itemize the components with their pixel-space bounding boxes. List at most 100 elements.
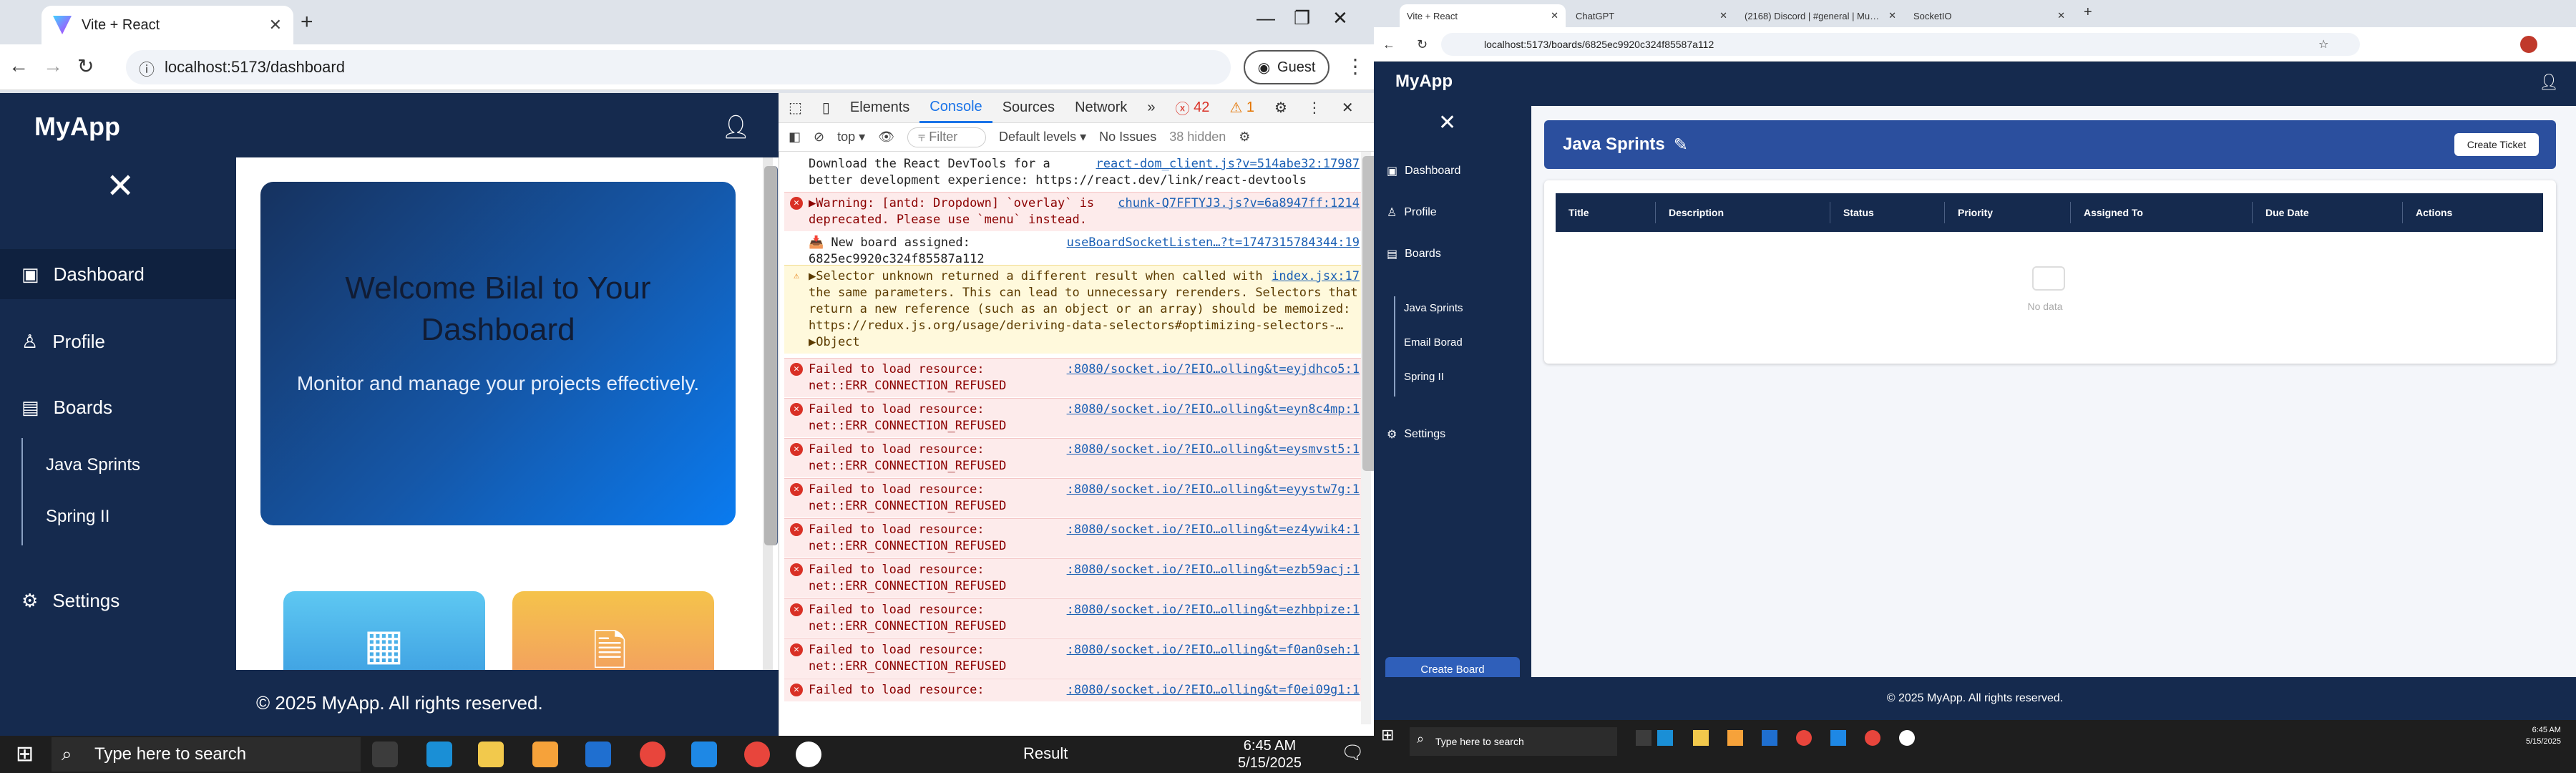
- source-link[interactable]: :8080/socket.io/?EIO…olling&t=eysmvst5:1: [1067, 442, 1360, 458]
- outlook-icon[interactable]: [1762, 730, 1777, 746]
- console-message[interactable]: ✕:8080/socket.io/?EIO…olling&t=eyn8c4mp:…: [784, 398, 1362, 437]
- column-header[interactable]: Priority: [1945, 202, 2071, 223]
- devtools-settings-icon[interactable]: ⚙: [1264, 93, 1297, 123]
- profile-avatar[interactable]: [2520, 36, 2537, 53]
- outlook-icon[interactable]: [585, 742, 611, 767]
- profile-guest-button[interactable]: ◉ Guest: [1244, 50, 1330, 84]
- source-link[interactable]: :8080/socket.io/?EIO…olling&t=eyjdhco5:1: [1067, 361, 1360, 378]
- board-link-email-borad[interactable]: Email Borad: [1404, 336, 1463, 349]
- source-link[interactable]: chunk-Q7FFTYJ3.js?v=6a8947ff:1214: [1118, 195, 1360, 212]
- new-tab-icon[interactable]: +: [301, 10, 313, 34]
- source-link[interactable]: :8080/socket.io/?EIO…olling&t=ezb59acj:1: [1067, 562, 1360, 578]
- back-icon[interactable]: ←: [1382, 37, 1395, 52]
- column-header[interactable]: Title: [1556, 202, 1656, 223]
- board-link-java-sprints[interactable]: Java Sprints: [1404, 302, 1463, 314]
- forward-icon[interactable]: →: [43, 54, 63, 77]
- clear-console-icon[interactable]: ⊘: [814, 130, 824, 145]
- source-link[interactable]: :8080/socket.io/?EIO…olling&t=eyn8c4mp:1: [1067, 402, 1360, 418]
- browser-tab[interactable]: SocketIO ✕: [1906, 4, 2072, 27]
- source-link[interactable]: :8080/socket.io/?EIO…olling&t=eyystw7g:1: [1067, 482, 1360, 498]
- bookmark-star-icon[interactable]: ☆: [2318, 37, 2328, 52]
- browser-menu-icon[interactable]: ⋮: [1345, 54, 1365, 78]
- edge-icon[interactable]: [426, 742, 452, 767]
- tab-console[interactable]: Console: [919, 93, 992, 123]
- notification-icon[interactable]: 🗨︎: [1341, 742, 1365, 764]
- console-message[interactable]: ⚠ index.jsx:17 ▶Selector unknown returned …: [784, 265, 1362, 354]
- warning-count-badge[interactable]: ⚠ 1: [1219, 93, 1264, 123]
- sidebar-item-dashboard[interactable]: ▣ Dashboard: [1374, 153, 1531, 189]
- browser-tab[interactable]: (2168) Discord | #general | Mu… ✕: [1737, 4, 1903, 27]
- sports-result-widget[interactable]: Result: [1023, 744, 1068, 763]
- context-select[interactable]: top ▾: [837, 130, 865, 145]
- github-desktop-icon[interactable]: [796, 742, 821, 767]
- error-count-badge[interactable]: ⓧ 42: [1166, 93, 1220, 123]
- console-message[interactable]: ✕:8080/socket.io/?EIO…olling&t=ez4ywik4:…: [784, 518, 1362, 558]
- tab-network[interactable]: Network: [1065, 93, 1137, 123]
- close-sidebar-icon[interactable]: ✕: [1438, 110, 1456, 135]
- sidebar-toggle-icon[interactable]: ◧: [789, 130, 801, 145]
- close-tab-icon[interactable]: ✕: [269, 16, 282, 34]
- scrollbar-thumb[interactable]: [764, 166, 778, 545]
- column-header[interactable]: Due Date: [2253, 202, 2403, 223]
- browser-tab-active[interactable]: Vite + React ✕: [42, 6, 293, 44]
- taskbar-search[interactable]: Type here to search: [1410, 727, 1617, 756]
- device-toolbar-icon[interactable]: ▯: [812, 93, 840, 123]
- edit-pencil-icon[interactable]: ✎: [1674, 135, 1688, 155]
- browser-tab-active[interactable]: Vite + React ✕: [1400, 4, 1566, 27]
- edge-icon[interactable]: [1657, 730, 1673, 746]
- source-link[interactable]: :8080/socket.io/?EIO…olling&t=f0ei09g1:1: [1067, 682, 1360, 699]
- console-message[interactable]: ✕:8080/socket.io/?EIO…olling&t=f0ei09g1:…: [784, 679, 1362, 701]
- console-message[interactable]: ✕:8080/socket.io/?EIO…olling&t=ezb59acj:…: [784, 558, 1362, 598]
- reload-icon[interactable]: ↻: [77, 54, 94, 78]
- windows-start-icon[interactable]: ⊞: [1381, 726, 1394, 744]
- chrome-icon[interactable]: [1796, 730, 1812, 746]
- new-tab-icon[interactable]: +: [2084, 4, 2092, 21]
- filter-input[interactable]: ⫧ Filter: [907, 127, 987, 147]
- eye-icon[interactable]: 👁︎: [878, 130, 894, 145]
- tab-sources[interactable]: Sources: [992, 93, 1065, 123]
- file-explorer-icon[interactable]: [478, 742, 504, 767]
- user-icon[interactable]: 👤︎: [721, 113, 751, 140]
- url-field[interactable]: localhost:5173/dashboard: [126, 50, 1231, 84]
- column-header[interactable]: Assigned To: [2071, 202, 2253, 223]
- sidebar-item-boards[interactable]: ▤ Boards: [1374, 236, 1531, 272]
- close-sidebar-icon[interactable]: ✕: [106, 166, 135, 206]
- close-window-icon[interactable]: ✕: [1332, 7, 1348, 29]
- column-header[interactable]: Description: [1656, 202, 1830, 223]
- console-message[interactable]: ✕:8080/socket.io/?EIO…olling&t=eysmvst5:…: [784, 438, 1362, 477]
- source-link[interactable]: index.jsx:17: [1272, 268, 1360, 285]
- more-tabs-icon[interactable]: »: [1137, 93, 1165, 123]
- devtools-close-icon[interactable]: ✕: [1332, 93, 1364, 123]
- console-message[interactable]: ✕:8080/socket.io/?EIO…olling&t=ezhbpize:…: [784, 598, 1362, 638]
- tab-elements[interactable]: Elements: [840, 93, 919, 123]
- vscode-icon[interactable]: [1830, 730, 1846, 746]
- vscode-icon[interactable]: [691, 742, 717, 767]
- console-message[interactable]: ✕:8080/socket.io/?EIO…olling&t=eyystw7g:…: [784, 478, 1362, 517]
- task-view-icon[interactable]: [372, 742, 398, 767]
- url-field[interactable]: localhost:5173/boards/6825ec9920c324f855…: [1441, 33, 2360, 56]
- sidebar-item-settings[interactable]: ⚙ Settings: [1374, 417, 1531, 452]
- task-view-icon[interactable]: [1636, 730, 1652, 746]
- board-link-java-sprints[interactable]: Java Sprints: [21, 444, 236, 487]
- source-link[interactable]: :8080/socket.io/?EIO…olling&t=f0an0seh:1: [1067, 642, 1360, 658]
- close-tab-icon[interactable]: ✕: [2057, 10, 2065, 21]
- sidebar-item-profile[interactable]: ♙ Profile: [1374, 195, 1531, 230]
- browser-tab[interactable]: ChatGPT ✕: [1568, 4, 1735, 27]
- windows-start-icon[interactable]: ⊞: [16, 742, 34, 767]
- back-icon[interactable]: ←: [9, 54, 29, 77]
- github-desktop-icon[interactable]: [1899, 730, 1915, 746]
- create-ticket-button[interactable]: Create Ticket: [2454, 133, 2539, 156]
- console-message[interactable]: react-dom_client.js?v=514abe32:17987 Down…: [784, 153, 1362, 192]
- sidebar-item-profile[interactable]: ♙ Profile: [0, 316, 236, 366]
- chrome-icon[interactable]: [1865, 730, 1880, 746]
- chrome-icon[interactable]: [640, 742, 665, 767]
- file-explorer-icon[interactable]: [1693, 730, 1709, 746]
- console-scrollbar[interactable]: [1361, 152, 1376, 724]
- chrome-icon[interactable]: [744, 742, 770, 767]
- console-message[interactable]: ✕:8080/socket.io/?EIO…olling&t=f0an0seh:…: [784, 638, 1362, 678]
- issues-label[interactable]: No Issues: [1099, 130, 1156, 145]
- reload-icon[interactable]: ↻: [1417, 37, 1428, 52]
- store-icon[interactable]: [532, 742, 558, 767]
- inspect-icon[interactable]: ⬚: [779, 93, 812, 123]
- source-link[interactable]: useBoardSocketListen…?t=1747315784344:19: [1067, 235, 1360, 251]
